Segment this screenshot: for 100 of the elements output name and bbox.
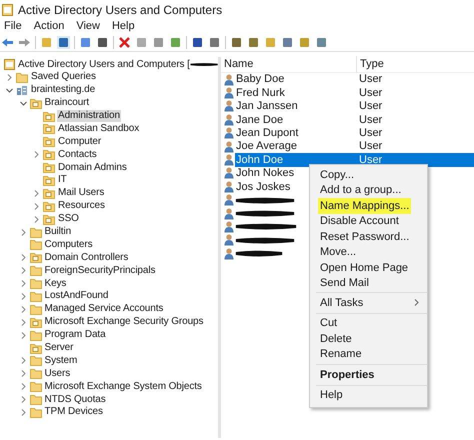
- tree-item[interactable]: Program Data: [44, 329, 107, 342]
- user-icon: [224, 114, 234, 126]
- collapsed-chevron-icon[interactable]: [33, 151, 40, 158]
- toolbar-icon[interactable]: [191, 36, 204, 48]
- tree-item[interactable]: Administration: [57, 110, 121, 122]
- menu-item[interactable]: File: [4, 18, 22, 34]
- tree-item[interactable]: Server: [44, 342, 74, 354]
- expanded-chevron-icon[interactable]: [6, 86, 13, 94]
- tree-item[interactable]: braintesting.de: [30, 84, 96, 96]
- user-name: Jan Janssen: [235, 99, 299, 114]
- menu-option[interactable]: Copy...: [320, 166, 354, 183]
- tree-item[interactable]: Atlassian Sandbox: [57, 122, 140, 135]
- menu-option[interactable]: Name Mappings...: [318, 198, 412, 214]
- tree-item[interactable]: ForeignSecurityPrincipals: [44, 264, 156, 277]
- list-row[interactable]: Fred Nurk User: [235, 86, 474, 100]
- type-cell-text: User: [359, 72, 382, 88]
- collapsed-chevron-icon[interactable]: [20, 396, 26, 404]
- menu-option[interactable]: Delete: [320, 330, 352, 347]
- folder-icon: [30, 290, 42, 302]
- menu-option[interactable]: Disable Account: [320, 213, 399, 230]
- tree-item[interactable]: Domain Admins: [57, 162, 128, 174]
- menu-item[interactable]: Help: [112, 18, 135, 34]
- domain-icon: [16, 84, 28, 96]
- toolbar-icon[interactable]: [1, 36, 14, 48]
- type-cell-text: User: [359, 99, 382, 114]
- menu-option[interactable]: Rename: [320, 346, 362, 362]
- collapsed-chevron-icon[interactable]: [20, 306, 26, 313]
- collapsed-chevron-icon[interactable]: [20, 267, 26, 274]
- menu-option[interactable]: Properties: [320, 366, 374, 383]
- menu-option[interactable]: Add to a group...: [320, 182, 402, 198]
- collapsed-chevron-icon[interactable]: [33, 216, 40, 223]
- list-row[interactable]: Baby Doe User: [235, 73, 474, 86]
- list-row[interactable]: Jane Doe User: [235, 113, 474, 127]
- collapsed-chevron-icon[interactable]: [6, 74, 13, 81]
- collapsed-chevron-icon[interactable]: [20, 254, 26, 262]
- user-icon: [224, 180, 234, 193]
- tree-item[interactable]: Braincourt: [44, 97, 90, 110]
- menu-option[interactable]: Cut: [320, 315, 338, 332]
- folder-icon: [30, 278, 42, 290]
- collapsed-chevron-icon[interactable]: [33, 202, 40, 210]
- tree-item[interactable]: NTDS Quotas: [44, 394, 107, 406]
- tree-item[interactable]: Keys: [44, 278, 68, 290]
- collapsed-chevron-icon[interactable]: [20, 280, 26, 288]
- collapsed-chevron-icon[interactable]: [20, 332, 26, 339]
- list-row[interactable]: Joe Average User: [235, 140, 474, 154]
- tree-item[interactable]: Microsoft Exchange Security Groups: [44, 316, 204, 328]
- menu-option[interactable]: Help: [320, 387, 343, 404]
- list-row[interactable]: Jan Janssen User: [235, 100, 474, 114]
- collapsed-chevron-icon[interactable]: [33, 190, 40, 197]
- collapsed-chevron-icon[interactable]: [20, 228, 26, 236]
- user-name: Baby Doe: [235, 72, 286, 88]
- toolbar-icon[interactable]: [281, 36, 294, 48]
- expanded-chevron-icon[interactable]: [20, 100, 26, 107]
- menu-option[interactable]: All Tasks: [320, 294, 364, 311]
- tree-item[interactable]: Computer: [57, 136, 102, 148]
- menu-option[interactable]: Reset Password...: [320, 228, 410, 245]
- column-header[interactable]: Type: [357, 56, 384, 73]
- menu-option[interactable]: Move...: [320, 244, 356, 260]
- folder-icon: [30, 355, 42, 366]
- column-header[interactable]: Name: [221, 56, 357, 73]
- toolbar-icon[interactable]: [96, 36, 109, 48]
- tree-item[interactable]: Builtin: [44, 226, 72, 238]
- menu-item[interactable]: View: [76, 18, 100, 34]
- toolbar-icon[interactable]: [208, 36, 221, 48]
- toolbar-icon[interactable]: [57, 36, 70, 48]
- user-icon: [224, 167, 234, 180]
- tree-item[interactable]: IT: [57, 174, 68, 186]
- toolbar-icon[interactable]: [118, 36, 131, 48]
- folder-icon: [30, 368, 42, 380]
- collapsed-chevron-icon[interactable]: [20, 292, 26, 300]
- menu-option[interactable]: Open Home Page: [320, 260, 408, 276]
- toolbar-icon[interactable]: [230, 36, 243, 48]
- tree-item[interactable]: Computers: [44, 238, 94, 251]
- menu-option[interactable]: Send Mail: [320, 275, 369, 292]
- tree-item[interactable]: SSO: [57, 213, 80, 226]
- tree-item[interactable]: Microsoft Exchange System Objects: [44, 380, 203, 393]
- folder-icon: [30, 265, 42, 276]
- toolbar-icon[interactable]: [315, 36, 328, 48]
- list-row[interactable]: Jean Dupont User: [235, 126, 474, 140]
- tree-item[interactable]: Mail Users: [57, 187, 106, 200]
- toolbar-icon[interactable]: [79, 36, 92, 48]
- tree-item[interactable]: LostAndFound: [44, 290, 110, 302]
- tree-item[interactable]: Resources: [57, 200, 106, 212]
- tree-item[interactable]: Domain Controllers: [44, 252, 130, 264]
- tree-item[interactable]: Users: [44, 368, 72, 380]
- tree-item[interactable]: System: [44, 354, 78, 367]
- toolbar-icon[interactable]: [247, 36, 260, 48]
- tree-item[interactable]: TPM Devices: [44, 406, 104, 418]
- menu-item[interactable]: Action: [34, 18, 64, 34]
- tree-root[interactable]: Active Directory Users and Computers [: [18, 57, 190, 72]
- collapsed-chevron-icon[interactable]: [20, 383, 26, 390]
- tree-item[interactable]: Managed Service Accounts: [44, 303, 164, 316]
- tree-item[interactable]: Saved Queries: [30, 71, 97, 84]
- tree-item[interactable]: Contacts: [57, 148, 98, 161]
- collapsed-chevron-icon[interactable]: [20, 318, 26, 326]
- collapsed-chevron-icon[interactable]: [20, 408, 26, 416]
- user-name: Jane Doe: [235, 112, 284, 128]
- collapsed-chevron-icon[interactable]: [20, 370, 26, 378]
- type-cell-text: User: [359, 112, 382, 128]
- collapsed-chevron-icon[interactable]: [20, 357, 26, 364]
